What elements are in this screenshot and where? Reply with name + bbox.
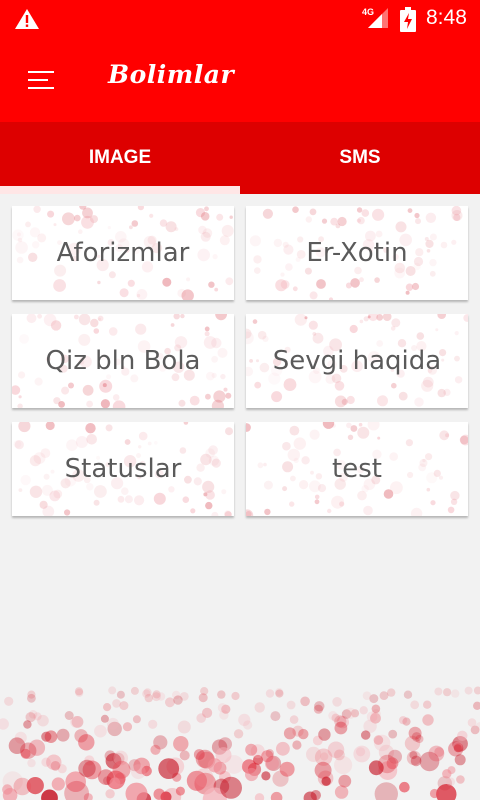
tab-sms[interactable]: SMS: [240, 122, 480, 194]
category-card-er-xotin[interactable]: Er-Xotin: [246, 206, 468, 300]
cellular-signal-icon: 4G: [360, 6, 390, 30]
category-card-test[interactable]: test: [246, 422, 468, 516]
tab-bar: IMAGE SMS: [0, 122, 480, 194]
hamburger-menu-icon[interactable]: [20, 60, 64, 100]
tab-image[interactable]: IMAGE: [0, 122, 240, 194]
status-time: 8:48: [426, 6, 467, 29]
tab-selected-indicator: [0, 186, 240, 194]
category-label: Sevgi haqida: [272, 346, 442, 376]
category-card-aforizmlar[interactable]: Aforizmlar: [12, 206, 234, 300]
category-label: test: [332, 454, 382, 484]
category-label: Aforizmlar: [56, 238, 190, 268]
page-title: Bolimlar: [108, 60, 235, 89]
category-card-statuslar[interactable]: Statuslar: [12, 422, 234, 516]
category-label: Er-Xotin: [306, 238, 408, 268]
category-card-sevgi-haqida[interactable]: Sevgi haqida: [246, 314, 468, 408]
warning-icon: [15, 9, 39, 29]
app-bar: Bolimlar: [0, 38, 480, 122]
category-card-qiz-bln-bola[interactable]: Qiz bln Bola: [12, 314, 234, 408]
category-label: Qiz bln Bola: [45, 346, 201, 376]
hearts-footer-decoration: [0, 686, 480, 800]
status-bar: 4G 8:48: [0, 0, 480, 38]
battery-charging-icon: [400, 7, 416, 32]
category-label: Statuslar: [64, 454, 182, 484]
